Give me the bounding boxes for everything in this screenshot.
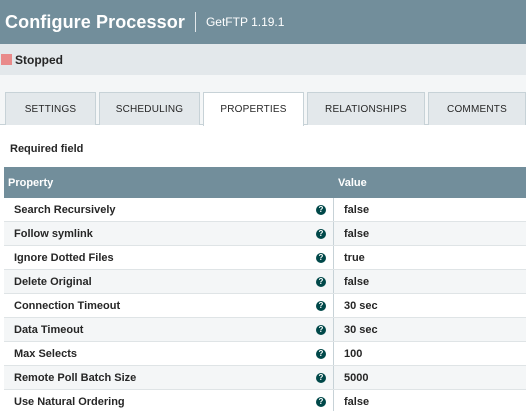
property-name-cell: Search Recursively? xyxy=(4,198,334,221)
table-body: Search Recursively? false Follow symlink… xyxy=(4,198,526,411)
property-name-cell: Remote Poll Batch Size? xyxy=(4,366,334,389)
property-name: Ignore Dotted Files xyxy=(14,251,114,264)
table-row[interactable]: Connection Timeout? 30 sec xyxy=(4,294,526,318)
help-icon[interactable]: ? xyxy=(316,325,326,335)
property-value[interactable]: true xyxy=(334,252,365,264)
property-value[interactable]: false xyxy=(334,204,369,216)
help-icon[interactable]: ? xyxy=(316,349,326,359)
tab-properties[interactable]: PROPERTIES xyxy=(203,92,304,126)
table-header: Property Value xyxy=(4,167,526,198)
help-icon[interactable]: ? xyxy=(316,397,326,407)
table-row[interactable]: Follow symlink? false xyxy=(4,222,526,246)
help-icon[interactable]: ? xyxy=(316,229,326,239)
title-separator xyxy=(194,12,196,32)
property-name-cell: Follow symlink? xyxy=(4,222,334,245)
status-bar: Stopped xyxy=(0,44,526,75)
property-name: Search Recursively xyxy=(14,203,116,216)
status-label: Stopped xyxy=(15,52,63,67)
table-row[interactable]: Max Selects? 100 xyxy=(4,342,526,366)
property-value[interactable]: false xyxy=(334,276,369,288)
property-name-cell: Data Timeout? xyxy=(4,318,334,341)
processor-type-label: GetFTP 1.19.1 xyxy=(205,15,285,29)
table-row[interactable]: Remote Poll Batch Size? 5000 xyxy=(4,366,526,390)
property-name: Remote Poll Batch Size xyxy=(14,371,137,384)
property-value[interactable]: 30 sec xyxy=(334,300,378,312)
property-value[interactable]: 30 sec xyxy=(334,324,378,336)
help-icon[interactable]: ? xyxy=(316,205,326,215)
property-name-cell: Connection Timeout? xyxy=(4,294,334,317)
property-name: Use Natural Ordering xyxy=(14,395,125,408)
property-name-cell: Ignore Dotted Files? xyxy=(4,246,334,269)
property-value[interactable]: false xyxy=(334,396,369,408)
stopped-icon xyxy=(1,54,12,65)
property-name: Max Selects xyxy=(14,347,77,360)
table-row[interactable]: Search Recursively? false xyxy=(4,198,526,222)
property-name-cell: Max Selects? xyxy=(4,342,334,365)
value-column-header[interactable]: Value xyxy=(334,177,367,189)
help-icon[interactable]: ? xyxy=(316,373,326,383)
tab-comments[interactable]: COMMENTS xyxy=(428,92,526,125)
property-name: Data Timeout xyxy=(14,323,84,336)
property-name: Follow symlink xyxy=(14,227,93,240)
property-name-cell: Use Natural Ordering? xyxy=(4,390,334,411)
dialog-header: Configure Processor GetFTP 1.19.1 xyxy=(0,0,526,44)
property-name: Connection Timeout xyxy=(14,299,121,312)
tab-settings[interactable]: SETTINGS xyxy=(5,92,96,125)
tab-scheduling[interactable]: SCHEDULING xyxy=(99,92,200,125)
tab-relationships[interactable]: RELATIONSHIPS xyxy=(307,92,425,125)
property-value[interactable]: false xyxy=(334,228,369,240)
table-row[interactable]: Ignore Dotted Files? true xyxy=(4,246,526,270)
properties-table: Property Value Search Recursively? false… xyxy=(4,167,526,411)
help-icon[interactable]: ? xyxy=(316,253,326,263)
table-row[interactable]: Data Timeout? 30 sec xyxy=(4,318,526,342)
help-icon[interactable]: ? xyxy=(316,301,326,311)
table-row[interactable]: Use Natural Ordering? false xyxy=(4,390,526,411)
table-row[interactable]: Delete Original? false xyxy=(4,270,526,294)
required-field-label: Required field xyxy=(10,143,84,155)
property-value[interactable]: 5000 xyxy=(334,372,368,384)
property-name-cell: Delete Original? xyxy=(4,270,334,293)
property-name: Delete Original xyxy=(14,275,92,288)
dialog-title: Configure Processor xyxy=(5,11,185,32)
property-column-header[interactable]: Property xyxy=(4,177,334,189)
help-icon[interactable]: ? xyxy=(316,277,326,287)
tab-bar: SETTINGS SCHEDULING PROPERTIES RELATIONS… xyxy=(0,75,526,126)
property-value[interactable]: 100 xyxy=(334,348,362,360)
